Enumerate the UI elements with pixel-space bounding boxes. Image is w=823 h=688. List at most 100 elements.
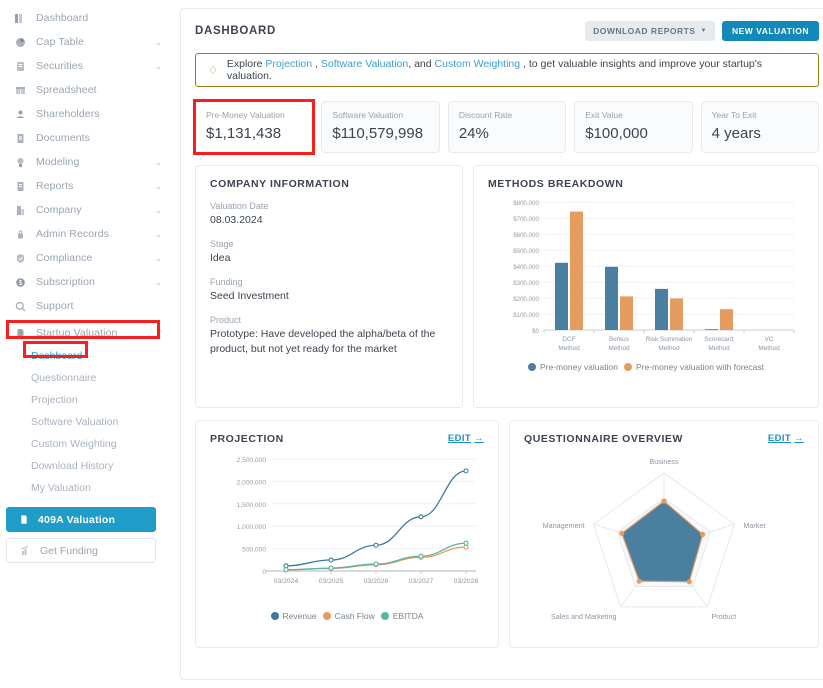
banner-link-software-valuation[interactable]: Software Valuation — [321, 58, 408, 70]
svg-text:Business: Business — [649, 457, 679, 466]
sidebar-subitem-label: Custom Weighting — [31, 438, 117, 450]
kpi-label: Software Valuation — [332, 110, 404, 120]
sidebar-item-label: Spreadsheet — [36, 84, 97, 96]
chevron-up-icon: ^ — [158, 328, 162, 338]
sidebar-subitem-projection[interactable]: Projection — [0, 389, 174, 411]
sidebar-subitem-label: Dashboard — [31, 350, 83, 362]
banner-link-custom-weighting[interactable]: Custom Weighting — [435, 58, 521, 70]
download-reports-button[interactable]: DOWNLOAD REPORTS ▼ — [585, 21, 715, 41]
svg-text:03/2028: 03/2028 — [454, 578, 479, 585]
building-icon — [14, 205, 27, 216]
legend-item-pre-money-valuation-forecast: Pre-money valuation with forecast — [623, 362, 764, 372]
report-icon — [14, 181, 27, 192]
sidebar-subitem-label: Download History — [31, 460, 114, 472]
legend-swatch — [380, 612, 389, 620]
sidebar-subitem-download-history[interactable]: Download History — [0, 455, 174, 477]
sidebar-subitem-custom-weighting[interactable]: Custom Weighting — [0, 433, 174, 455]
sidebar-subitem-label: My Valuation — [31, 482, 91, 494]
svg-text:Product: Product — [711, 612, 736, 621]
sidebar-item-securities[interactable]: Securities ⌄ — [0, 54, 174, 78]
sidebar-button-409a-valuation[interactable]: 409A Valuation — [6, 507, 156, 532]
svg-text:Market: Market — [743, 521, 765, 530]
sidebar-item-compliance[interactable]: Compliance ⌄ — [0, 246, 174, 270]
sidebar-item-subscription[interactable]: $ Subscription ⌄ — [0, 270, 174, 294]
legend-swatch — [270, 612, 279, 620]
kpi-label: Discount Rate — [458, 110, 513, 120]
legend-swatch — [623, 363, 632, 371]
legend-label: Cash Flow — [334, 611, 375, 621]
questionnaire-edit-link[interactable]: EDIT → — [768, 433, 804, 444]
info-value: Idea — [210, 252, 231, 264]
chevron-down-icon: ⌄ — [155, 37, 162, 47]
sidebar-item-reports[interactable]: Reports ⌄ — [0, 174, 174, 198]
info-value: Prototype: Have developed the alpha/beta… — [210, 328, 436, 355]
card-title: COMPANY INFORMATION — [210, 178, 350, 190]
users-icon — [14, 109, 27, 120]
info-field-product: Product Prototype: Have developed the al… — [210, 315, 448, 357]
kpi-card-pre-money-valuation: Pre-Money Valuation $1,131,438 — [193, 99, 316, 155]
sidebar-item-shareholders[interactable]: Shareholders — [0, 102, 174, 126]
questionnaire-radar-chart: Business Market Product Sales and Marketing… — [524, 445, 804, 641]
sidebar-button-get-funding[interactable]: Get Funding — [6, 538, 156, 563]
sidebar-button-label: 409A Valuation — [38, 513, 116, 526]
svg-text:$200,000: $200,000 — [513, 296, 539, 303]
kpi-value: $110,579,998 — [332, 125, 424, 142]
main-content: DASHBOARD DOWNLOAD REPORTS ▼ NEW VALUATI… — [174, 0, 823, 688]
sidebar-item-label: Documents — [36, 132, 91, 144]
info-label: Valuation Date — [210, 201, 269, 211]
svg-text:$0: $0 — [532, 328, 539, 335]
svg-text:Method: Method — [658, 345, 680, 352]
sidebar-item-label: Startup Valuation — [36, 327, 118, 339]
projection-legend: Revenue Cash Flow EBITDA — [210, 611, 484, 621]
chevron-down-icon: ⌄ — [155, 205, 162, 215]
bell-icon: ♢ — [208, 64, 218, 77]
arrow-right-icon: → — [474, 433, 484, 444]
sidebar-item-startup-valuation[interactable]: Startup Valuation ^ — [0, 321, 174, 345]
legend-swatch — [528, 363, 536, 371]
banner-prefix: Explore — [226, 58, 266, 70]
banner-text: Explore Projection , Software Valuation,… — [227, 58, 806, 82]
svg-text:$300,000: $300,000 — [513, 280, 539, 287]
info-label: Funding — [210, 277, 243, 287]
svg-text:Method: Method — [608, 345, 630, 352]
legend-label: EBITDA — [392, 611, 424, 621]
svg-text:VC: VC — [765, 336, 774, 343]
sidebar-item-company[interactable]: Company ⌄ — [0, 198, 174, 222]
kpi-label: Exit Value — [585, 110, 623, 120]
sidebar-item-label: Company — [36, 204, 82, 216]
sidebar-item-modeling[interactable]: Modeling ⌄ — [0, 150, 174, 174]
kpi-label: Year To Exit — [711, 110, 757, 120]
questionnaire-overview-card: QUESTIONNAIRE OVERVIEW EDIT → Business Ma… — [509, 420, 819, 648]
sidebar-subitem-my-valuation[interactable]: My Valuation — [0, 477, 174, 499]
sidebar-subitem-software-valuation[interactable]: Software Valuation — [0, 411, 174, 433]
sidebar-button-label: Get Funding — [40, 544, 98, 557]
svg-text:1,000,000: 1,000,000 — [237, 524, 267, 531]
svg-text:$400,000: $400,000 — [513, 264, 539, 271]
lightbulb-icon — [14, 157, 27, 168]
chevron-down-icon: ⌄ — [155, 181, 162, 191]
arrow-right-icon: → — [794, 433, 804, 444]
sidebar-item-support[interactable]: Support — [0, 294, 174, 318]
kpi-card-exit-value: Exit Value $100,000 — [574, 101, 693, 153]
company-information-card: COMPANY INFORMATION Valuation Date 08.03… — [195, 165, 463, 408]
document-icon — [14, 133, 27, 144]
sidebar-item-cap-table[interactable]: Cap Table ⌄ — [0, 30, 174, 54]
sidebar-item-spreadsheet[interactable]: Spreadsheet — [0, 78, 174, 102]
svg-text:$100,000: $100,000 — [513, 312, 539, 319]
projection-edit-link[interactable]: EDIT → — [448, 433, 484, 444]
svg-text:03/2027: 03/2027 — [409, 578, 434, 585]
grid-icon — [14, 85, 27, 96]
new-valuation-button[interactable]: NEW VALUATION — [721, 21, 819, 41]
sidebar-subitem-dashboard[interactable]: Dashboard — [0, 345, 174, 367]
sidebar-item-label: Admin Records — [36, 228, 110, 240]
sidebar-item-dashboard[interactable]: Dashboard — [0, 6, 174, 30]
banner-link-projection[interactable]: Projection — [265, 58, 312, 70]
edit-label: EDIT — [447, 433, 472, 444]
sidebar-item-admin-records[interactable]: Admin Records ⌄ — [0, 222, 174, 246]
sidebar-item-documents[interactable]: Documents — [0, 126, 174, 150]
page-title: DASHBOARD — [195, 25, 277, 37]
info-field-funding: Funding Seed Investment — [210, 277, 448, 304]
chevron-down-icon: ⌄ — [155, 157, 162, 167]
sidebar-item-label: Reports — [36, 180, 74, 192]
sidebar-subitem-questionnaire[interactable]: Questionnaire — [0, 367, 174, 389]
